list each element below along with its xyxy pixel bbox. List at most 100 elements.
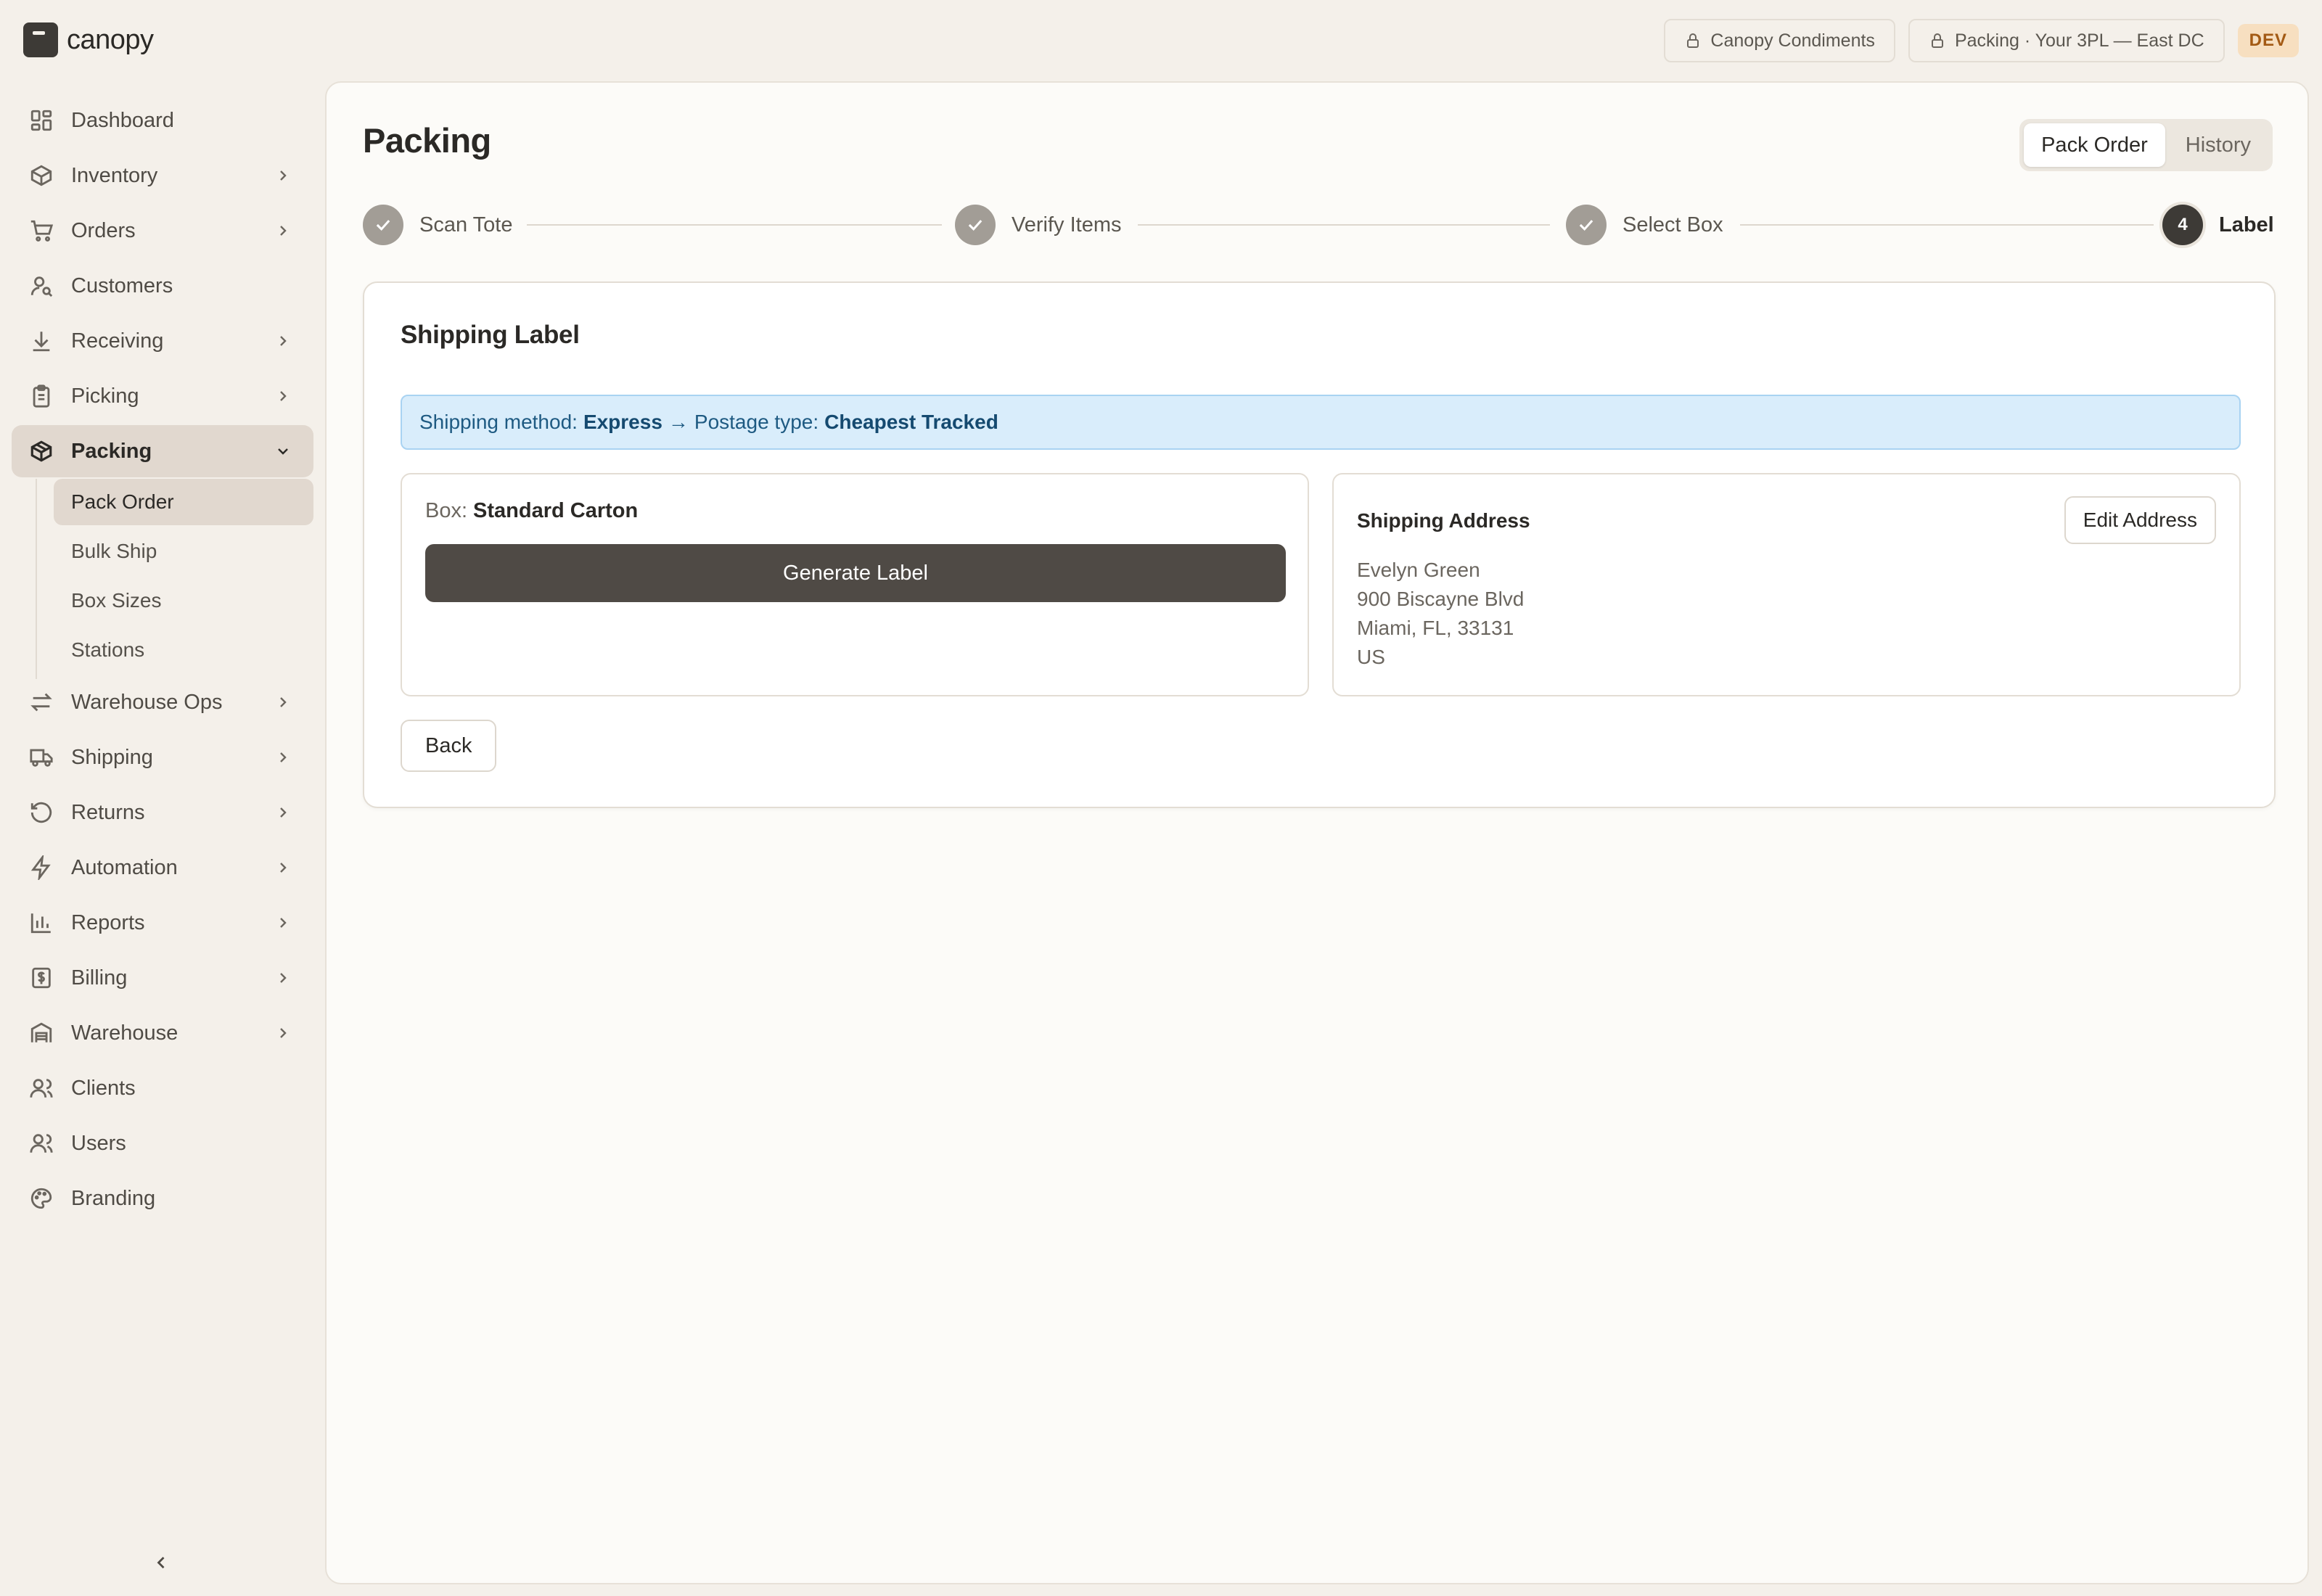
address-block: Evelyn Green 900 Biscayne Blvd Miami, FL… <box>1357 556 1524 672</box>
warehouse-icon <box>30 1022 52 1042</box>
station-selector[interactable]: Packing · Your 3PL — East DC <box>1908 19 2225 62</box>
view-switcher: Pack Order History <box>2019 119 2273 171</box>
step-number: 4 <box>2162 205 2203 245</box>
chevron-down-icon <box>278 448 288 455</box>
sidebar-item-customers[interactable]: Customers <box>12 260 313 312</box>
customer-icon <box>30 276 53 297</box>
address-country: US <box>1357 646 1385 668</box>
sidebar-item-label: Orders <box>71 218 136 242</box>
package-icon <box>30 440 52 462</box>
tab-pack-order[interactable]: Pack Order <box>2024 123 2165 167</box>
sidebar-item-billing[interactable]: Billing <box>12 952 313 1004</box>
shipping-label-panel: Shipping Label Shipping method: Express … <box>363 281 2276 808</box>
sidebar-item-packing[interactable]: Packing <box>12 425 313 477</box>
sidebar-item-warehouse-ops[interactable]: Warehouse Ops <box>12 676 313 728</box>
step-label: Verify Items <box>1012 213 1122 236</box>
sidebar-item-label: Reports <box>71 910 145 934</box>
sidebar-item-returns[interactable]: Returns <box>12 786 313 839</box>
step-select-box: Select Box <box>1566 203 1723 247</box>
check-icon <box>955 205 996 245</box>
chevron-right-icon <box>280 697 287 707</box>
sidebar-item-inventory[interactable]: Inventory <box>12 149 313 202</box>
sidebar-item-orders[interactable]: Orders <box>12 205 313 257</box>
tab-history[interactable]: History <box>2168 123 2268 167</box>
address-city: Miami, FL, 33131 <box>1357 617 1514 639</box>
sidebar-item-label: Automation <box>71 855 178 879</box>
sidebar-item-reports[interactable]: Reports <box>12 897 313 949</box>
box-info: Box: Standard Carton <box>425 499 638 523</box>
sidebar-subitem-stations[interactable]: Stations <box>54 627 313 673</box>
sidebar-item-label: Clients <box>71 1076 136 1100</box>
chevron-right-icon <box>280 863 287 873</box>
sidebar-subitem-pack-order[interactable]: Pack Order <box>54 479 313 525</box>
sidebar-item-label: Branding <box>71 1186 156 1210</box>
postage-value: Cheapest Tracked <box>824 411 998 433</box>
sidebar-item-clients[interactable]: Clients <box>12 1062 313 1114</box>
main-content: Packing Pack Order History Scan Tote Ver… <box>325 81 2309 1584</box>
sidebar-item-automation[interactable]: Automation <box>12 842 313 894</box>
sidebar-item-label: Packing <box>71 439 152 463</box>
returns-icon <box>30 802 52 823</box>
chevron-right-icon <box>280 1028 287 1038</box>
edit-address-button[interactable]: Edit Address <box>2064 496 2216 544</box>
topbar-context: Canopy Condiments Packing · Your 3PL — E… <box>1664 19 2299 62</box>
clients-icon <box>30 1079 53 1098</box>
step-label: Label <box>2219 213 2274 236</box>
billing-icon <box>32 967 51 989</box>
step-connector <box>527 224 942 226</box>
sidebar-item-label: Billing <box>71 966 128 990</box>
sidebar-item-dashboard[interactable]: Dashboard <box>12 94 313 147</box>
box-value: Standard Carton <box>473 499 639 522</box>
chevron-right-icon <box>280 807 287 818</box>
shipping-method-banner: Shipping method: Express → Postage type:… <box>401 395 2241 450</box>
client-name: Canopy Condiments <box>1710 30 1875 51</box>
sidebar-subitem-box-sizes[interactable]: Box Sizes <box>54 577 313 624</box>
chevron-right-icon <box>280 336 287 346</box>
sidebar-item-label: Warehouse Ops <box>71 690 223 714</box>
sidebar-item-label: Customers <box>71 273 173 297</box>
palette-icon <box>30 1188 52 1209</box>
sidebar-item-branding[interactable]: Branding <box>12 1172 313 1225</box>
chevron-right-icon <box>280 391 287 401</box>
postage-prefix: Postage type: <box>694 411 819 433</box>
users-icon <box>30 1134 53 1153</box>
sidebar-item-receiving[interactable]: Receiving <box>12 315 313 367</box>
client-selector[interactable]: Canopy Condiments <box>1664 19 1895 62</box>
dashboard-icon <box>30 110 52 131</box>
chevron-right-icon <box>280 752 287 762</box>
box-card: Box: Standard Carton Generate Label <box>401 473 1309 696</box>
lock-icon <box>1931 33 1943 48</box>
station-name: Packing · Your 3PL — East DC <box>1954 30 2204 51</box>
chevron-right-icon <box>280 226 287 236</box>
box-prefix: Box: <box>425 499 468 522</box>
generate-label-button[interactable]: Generate Label <box>425 544 1286 602</box>
chevron-right-icon <box>280 170 287 181</box>
sidebar-item-warehouse[interactable]: Warehouse <box>12 1007 313 1059</box>
sidebar-item-label: Returns <box>71 800 145 824</box>
clipboard-icon <box>33 384 50 408</box>
method-prefix: Shipping method: <box>419 411 578 433</box>
sidebar-item-shipping[interactable]: Shipping <box>12 731 313 783</box>
box-icon <box>30 165 52 186</box>
check-icon <box>363 205 403 245</box>
step-label: Scan Tote <box>419 213 513 236</box>
sidebar-item-label: Dashboard <box>71 108 174 132</box>
step-connector <box>1138 224 1550 226</box>
step-connector <box>1740 224 2154 226</box>
chevron-right-icon <box>280 918 287 928</box>
bar-chart-icon <box>30 913 51 934</box>
back-button[interactable]: Back <box>401 720 497 772</box>
panel-title: Shipping Label <box>401 321 580 349</box>
app-logo[interactable]: canopy <box>23 22 154 58</box>
collapse-sidebar-icon[interactable] <box>151 1552 171 1573</box>
sidebar-item-label: Shipping <box>71 745 153 769</box>
env-badge: DEV <box>2237 24 2299 57</box>
step-label-current: 4 Label <box>2162 203 2274 247</box>
arrow-right-icon: → <box>668 411 689 433</box>
sidebar-subitem-bulk-ship[interactable]: Bulk Ship <box>54 528 313 575</box>
step-verify-items: Verify Items <box>955 203 1122 247</box>
sidebar-item-picking[interactable]: Picking <box>12 370 313 422</box>
app-name: canopy <box>67 24 154 55</box>
sidebar-item-users[interactable]: Users <box>12 1117 313 1169</box>
address-name: Evelyn Green <box>1357 559 1480 581</box>
